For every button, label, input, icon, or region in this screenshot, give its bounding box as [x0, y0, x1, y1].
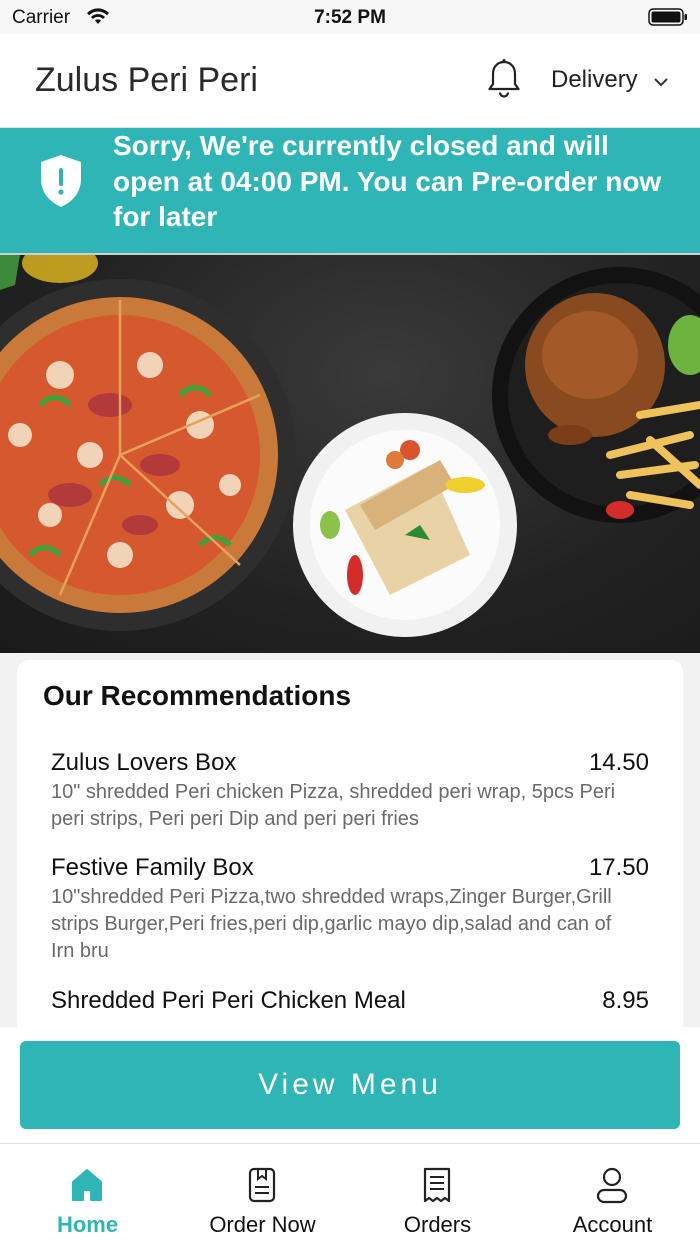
food-illustration	[0, 255, 700, 637]
tab-label: Home	[56, 1212, 119, 1237]
tab-bar: Home Order Now Orders Account	[0, 1143, 700, 1244]
notification-bell-icon[interactable]	[486, 58, 522, 100]
hero-food-image	[0, 253, 700, 653]
item-name: Shredded Peri Peri Chicken Meal	[51, 987, 406, 1014]
battery-icon	[648, 8, 687, 26]
delivery-mode-selector[interactable]: Delivery	[551, 66, 638, 94]
store-closed-message: Sorry, We're currently closed and will o…	[113, 130, 662, 232]
item-description: 10"shredded Peri Pizza,two shredded wrap…	[51, 886, 612, 962]
item-name: Zulus Lovers Box	[51, 749, 237, 776]
home-icon	[72, 1169, 102, 1201]
tab-label: Orders	[403, 1212, 472, 1237]
tab-home[interactable]: Home	[0, 1144, 175, 1244]
tab-order-now[interactable]: Order Now	[175, 1144, 350, 1244]
clock: 7:52 PM	[314, 7, 386, 28]
view-menu-button[interactable]: View Menu	[20, 1041, 680, 1129]
recommendation-item[interactable]: Festive Family Box 17.50 10"shredded Per…	[51, 853, 649, 965]
recommendation-item[interactable]: Shredded Peri Peri Chicken Meal 8.95	[51, 986, 649, 1016]
app-header: Zulus Peri Peri Delivery	[0, 34, 700, 128]
tab-label: Order Now	[209, 1212, 316, 1237]
recommendation-item[interactable]: Zulus Lovers Box 14.50 10" shredded Peri…	[51, 748, 649, 833]
chevron-down-icon[interactable]	[652, 76, 670, 88]
item-description: 10" shredded Peri chicken Pizza, shredde…	[51, 781, 616, 830]
restaurant-title: Zulus Peri Peri	[35, 61, 258, 99]
shield-alert-icon	[41, 155, 81, 207]
recommendations-title: Our Recommendations	[43, 680, 352, 711]
store-closed-banner: Sorry, We're currently closed and will o…	[0, 128, 700, 253]
recommendations-card: Our Recommendations Zulus Lovers Box 14.…	[17, 660, 683, 1060]
receipt-icon	[423, 1167, 451, 1203]
status-bar: Carrier 7:52 PM	[0, 0, 700, 34]
user-icon	[596, 1167, 628, 1204]
item-name: Festive Family Box	[51, 854, 254, 881]
tab-orders[interactable]: Orders	[350, 1144, 525, 1244]
tab-account[interactable]: Account	[525, 1144, 700, 1244]
item-price: 17.50	[588, 854, 649, 881]
item-price: 14.50	[588, 749, 649, 776]
tab-label: Account	[572, 1212, 653, 1237]
item-price: 8.95	[602, 987, 649, 1014]
order-now-icon	[248, 1167, 276, 1203]
